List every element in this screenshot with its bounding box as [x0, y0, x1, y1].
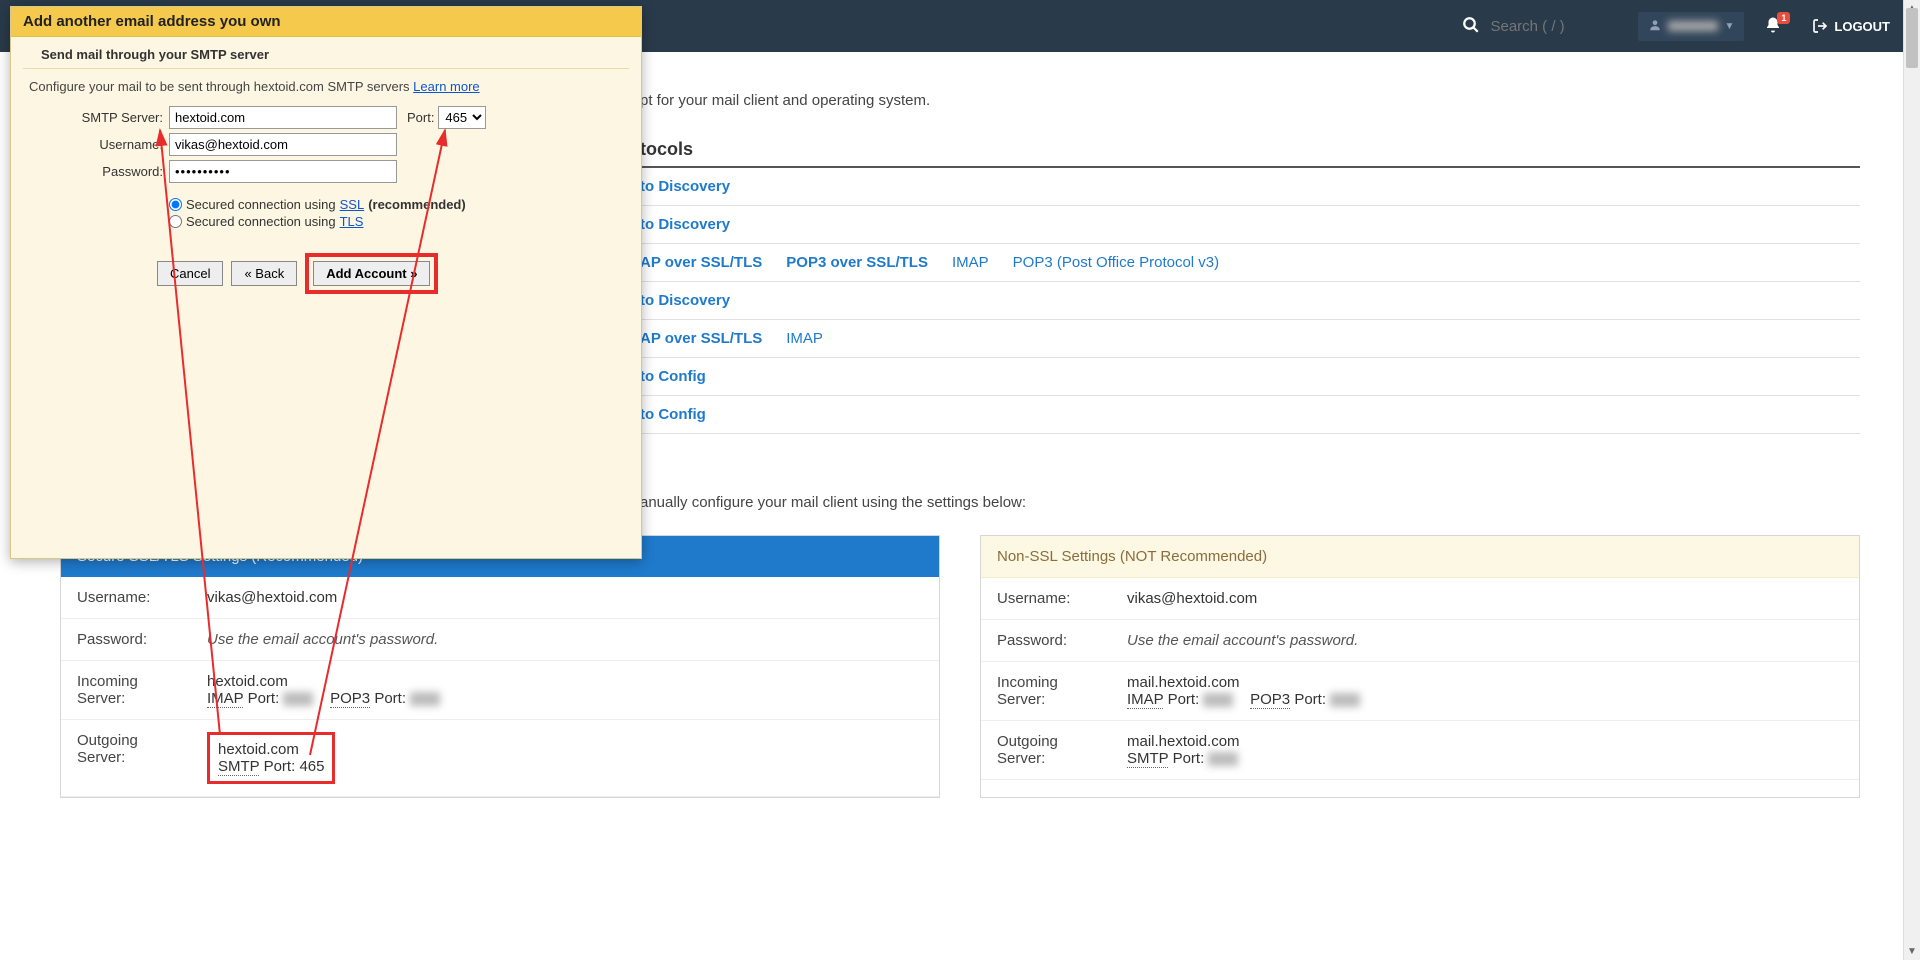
scroll-down-arrow[interactable]: ▼ [1904, 943, 1920, 960]
protocol-link[interactable]: to Discovery [640, 292, 730, 309]
dialog-title: Add another email address you own [11, 7, 641, 37]
protocol-link[interactable]: POP3 (Post Office Protocol v3) [1013, 254, 1219, 271]
password-label: Password: [29, 164, 169, 179]
password-input[interactable] [169, 160, 397, 183]
username-input[interactable] [169, 133, 397, 156]
smtp-server-label: SMTP Server: [29, 110, 169, 125]
search-wrap [1462, 16, 1630, 37]
add-account-button[interactable]: Add Account » [313, 261, 430, 286]
smtp-server-input[interactable] [169, 106, 397, 129]
user-menu[interactable]: ▼ [1638, 12, 1744, 41]
protocol-row: to Discovery [620, 206, 1860, 244]
secure-ssl-panel: Secure SSL/TLS Settings (Recommended) Us… [60, 535, 940, 798]
protocol-list: to Discovery to Discovery AP over SSL/TLS P… [620, 168, 1860, 434]
dialog-subtitle: Send mail through your SMTP server [23, 37, 629, 69]
secure-username-label: Username: [61, 577, 191, 619]
protocol-row: AP over SSL/TLS IMAP [620, 320, 1860, 358]
nonssl-incoming-value: mail.hextoid.com IMAP Port: POP3 Port: [1111, 662, 1859, 721]
tls-link[interactable]: TLS [340, 214, 364, 229]
cancel-button[interactable]: Cancel [157, 261, 223, 286]
protocol-link[interactable]: to Discovery [640, 216, 730, 233]
search-icon[interactable] [1462, 16, 1480, 37]
protocol-link[interactable]: IMAP [786, 330, 823, 347]
protocol-link[interactable]: to Config [640, 406, 706, 423]
protocol-link[interactable]: AP over SSL/TLS [640, 330, 762, 347]
tls-radio[interactable] [169, 215, 182, 228]
secure-outgoing-value: hextoid.com SMTP Port: 465 [191, 720, 939, 797]
add-email-dialog: Add another email address you own Send m… [10, 6, 642, 559]
tls-radio-row: Secured connection using TLS [169, 214, 623, 229]
search-input[interactable] [1490, 18, 1630, 35]
username-label: Username: [29, 137, 169, 152]
nonssl-panel: Non-SSL Settings (NOT Recommended) Usern… [980, 535, 1860, 798]
user-avatar-icon [1648, 18, 1662, 35]
logout-label: LOGOUT [1834, 19, 1890, 34]
secure-incoming-label: Incoming Server: [61, 661, 191, 720]
protocol-link[interactable]: POP3 over SSL/TLS [786, 254, 928, 271]
protocol-link[interactable]: IMAP [952, 254, 989, 271]
notification-badge: 1 [1777, 12, 1790, 24]
nonssl-outgoing-label: Outgoing Server: [981, 721, 1111, 780]
protocol-row: to Config [620, 358, 1860, 396]
ssl-radio[interactable] [169, 198, 182, 211]
chevron-down-icon: ▼ [1724, 21, 1734, 32]
port-label: Port: [407, 110, 434, 125]
nonssl-outgoing-value: mail.hextoid.com SMTP Port: [1111, 721, 1859, 780]
protocol-link[interactable]: AP over SSL/TLS [640, 254, 762, 271]
outgoing-highlight: hextoid.com SMTP Port: 465 [207, 732, 335, 784]
protocol-row: to Discovery [620, 168, 1860, 206]
ssl-radio-row: Secured connection using SSL (recommende… [169, 197, 623, 212]
ssl-link[interactable]: SSL [340, 197, 365, 212]
logout-button[interactable]: LOGOUT [1802, 12, 1900, 40]
nonssl-username-value: vikas@hextoid.com [1111, 578, 1859, 620]
nonssl-panel-title: Non-SSL Settings (NOT Recommended) [981, 536, 1859, 578]
learn-more-link[interactable]: Learn more [413, 79, 479, 94]
manual-config-text: anually configure your mail client using… [640, 494, 1860, 511]
secure-password-label: Password: [61, 619, 191, 661]
user-name-blurred [1668, 21, 1718, 31]
protocol-row: AP over SSL/TLS POP3 over SSL/TLS IMAP POP3… [620, 244, 1860, 282]
nonssl-password-label: Password: [981, 620, 1111, 662]
notifications-button[interactable]: 1 [1752, 10, 1794, 43]
port-select[interactable]: 465 [438, 106, 486, 129]
secure-incoming-value: hextoid.com IMAP Port: POP3 Port: [191, 661, 939, 720]
add-account-highlight: Add Account » [305, 253, 438, 294]
secure-username-value: vikas@hextoid.com [191, 577, 939, 619]
secure-password-value: Use the email account's password. [191, 619, 939, 661]
nonssl-password-value: Use the email account's password. [1111, 620, 1859, 662]
nonssl-incoming-label: Incoming Server: [981, 662, 1111, 721]
protocol-row: to Discovery [620, 282, 1860, 320]
vertical-scrollbar[interactable]: ▲ ▼ [1903, 0, 1920, 960]
secure-outgoing-label: Outgoing Server: [61, 720, 191, 797]
protocol-row: to Config [620, 396, 1860, 434]
dialog-description: Configure your mail to be sent through h… [11, 69, 641, 98]
nonssl-username-label: Username: [981, 578, 1111, 620]
protocol-link[interactable]: to Config [640, 368, 706, 385]
section-title: tocols [640, 139, 1860, 168]
back-button[interactable]: « Back [231, 261, 297, 286]
scroll-thumb[interactable] [1906, 8, 1918, 68]
settings-panels: Secure SSL/TLS Settings (Recommended) Us… [60, 535, 1860, 798]
protocol-link[interactable]: to Discovery [640, 178, 730, 195]
intro-text: pt for your mail client and operating sy… [640, 92, 1860, 109]
